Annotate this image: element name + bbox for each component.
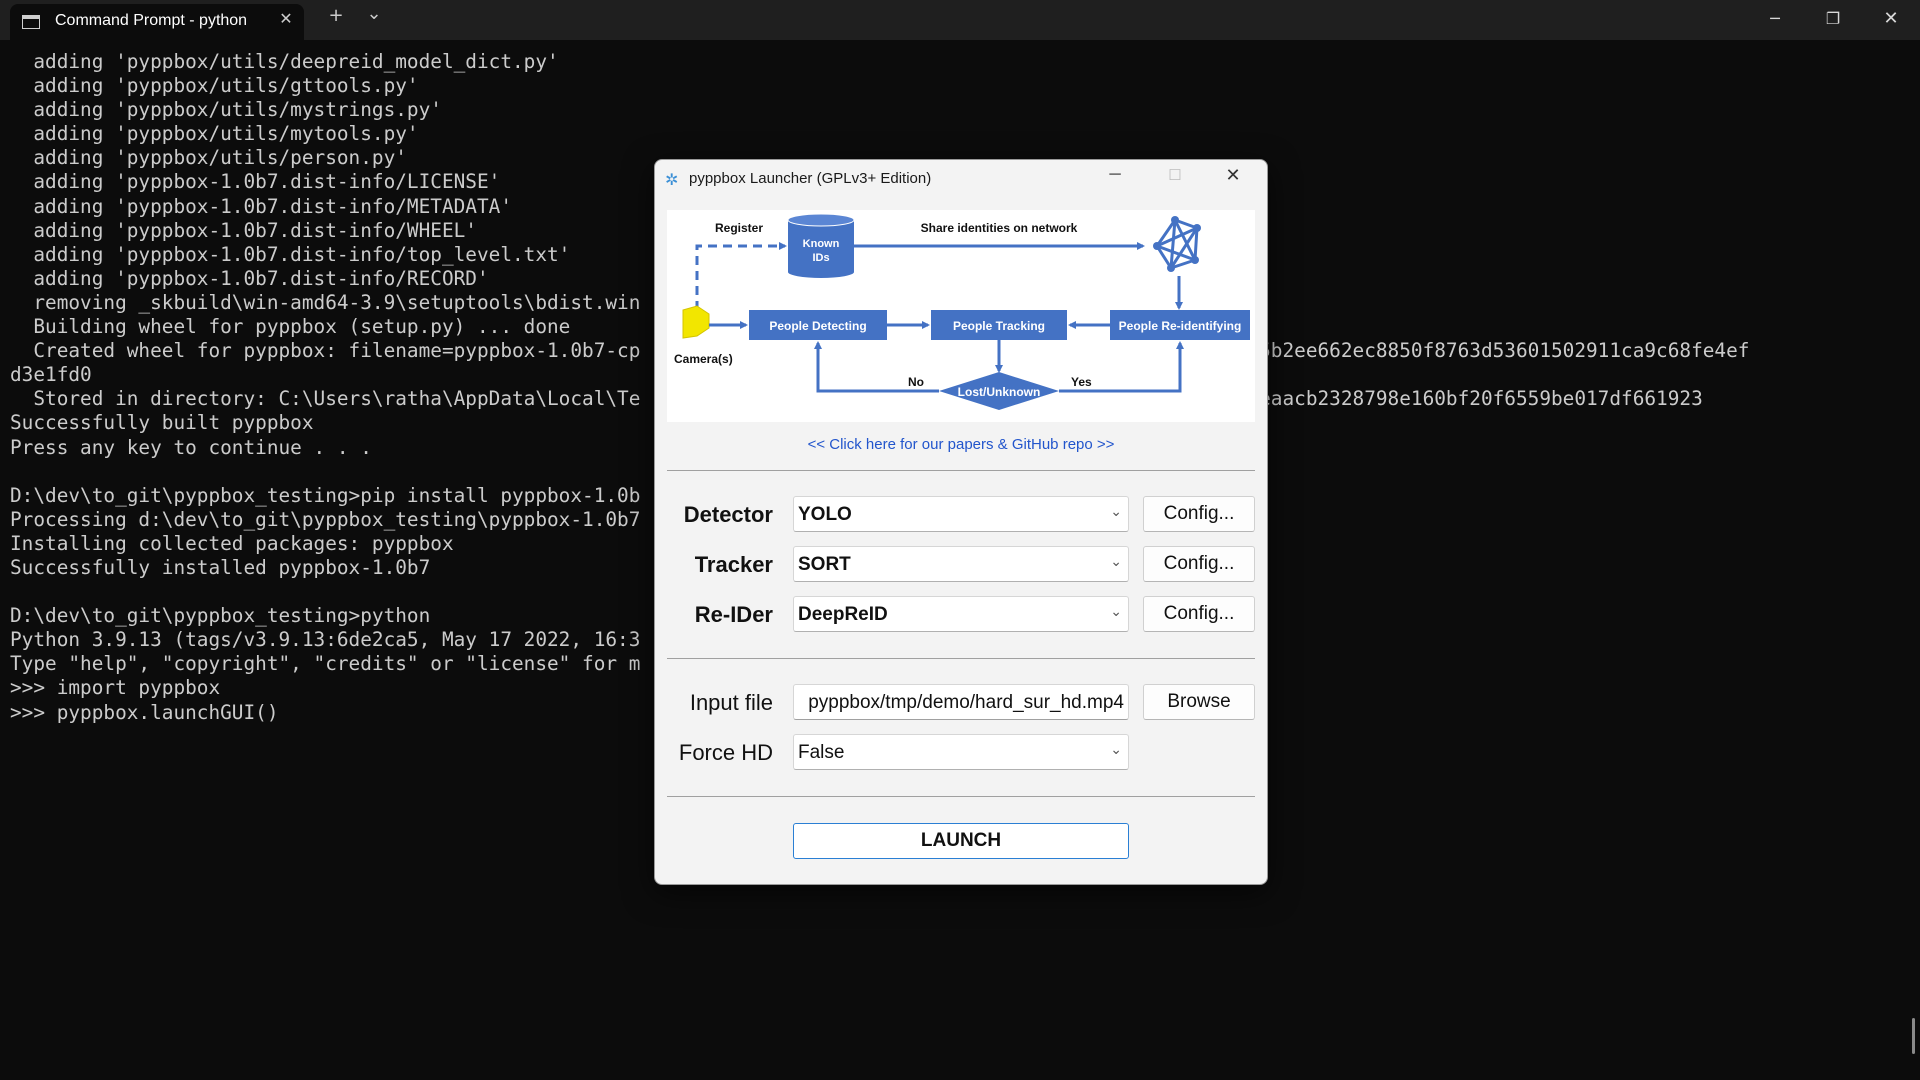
tracking-label: People Tracking [953, 319, 1045, 333]
tab-close-icon[interactable]: ✕ [276, 9, 296, 28]
no-label: No [908, 375, 924, 389]
register-arrow [695, 242, 787, 310]
input-file-label: Input file [689, 690, 773, 715]
separator-2 [667, 658, 1255, 659]
dialog-maximize-button: ☐ [1168, 167, 1182, 184]
new-tab-button[interactable]: + [321, 5, 351, 26]
reider-select[interactable]: DeepReID ⌄ [793, 596, 1129, 632]
tracker-value: SORT [798, 554, 851, 575]
console-line: adding 'pyppbox/utils/gttools.py' [10, 74, 419, 98]
pipeline-diagram: Known IDs People Detecting People Tracki… [667, 210, 1255, 422]
console-scrollbar[interactable] [1912, 1018, 1915, 1054]
separator-3 [667, 796, 1255, 797]
dialog-title: pyppbox Launcher (GPLv3+ Edition) [689, 170, 932, 187]
console-line: adding 'pyppbox/utils/deepreid_model_dic… [10, 50, 559, 73]
title-bar: Command Prompt - python ✕ + ⌄ ─ ❐ ✕ [0, 0, 1920, 40]
tab-dropdown-button[interactable]: ⌄ [359, 3, 389, 24]
tab-title: Command Prompt - python [55, 12, 248, 29]
console-line: adding 'pyppbox/utils/mystrings.py' [10, 98, 442, 122]
camera-icon [682, 305, 710, 339]
input-file-field[interactable]: pyppbox/tmp/demo/hard_sur_hd.mp4 [793, 684, 1129, 720]
launcher-dialog: ✲ pyppbox Launcher (GPLv3+ Edition) ─ ☐ … [654, 159, 1268, 885]
papers-github-link[interactable]: << Click here for our papers & GitHub re… [655, 436, 1267, 453]
share-label: Share identities on network [921, 221, 1078, 235]
chevron-down-icon: ⌄ [1110, 553, 1122, 569]
reider-value: DeepReID [798, 604, 888, 625]
reid-label: People Re-identifying [1119, 319, 1242, 333]
camera-label: Camera(s) [674, 352, 733, 366]
dialog-minimize-button[interactable]: ─ [1103, 166, 1127, 184]
detector-value: YOLO [798, 504, 852, 525]
tracker-label: Tracker [694, 552, 773, 577]
lost-label: Lost/Unknown [958, 385, 1041, 399]
tab-command-prompt[interactable]: Command Prompt - python ✕ [10, 4, 304, 40]
separator-1 [667, 470, 1255, 471]
minimize-button[interactable]: ─ [1746, 0, 1804, 40]
known-ids-label-2: IDs [812, 252, 829, 264]
register-label: Register [715, 221, 763, 235]
console-line: adding 'pyppbox/utils/mytools.py' [10, 122, 419, 146]
reider-label: Re-IDer [694, 602, 773, 627]
terminal-icon [22, 15, 40, 29]
browse-button[interactable]: Browse [1143, 684, 1255, 720]
close-window-button[interactable]: ✕ [1862, 0, 1920, 40]
force-hd-label: Force HD [678, 740, 773, 765]
network-icon [1155, 218, 1199, 270]
chevron-down-icon: ⌄ [1110, 503, 1122, 519]
detector-select[interactable]: YOLO ⌄ [793, 496, 1129, 532]
detecting-label: People Detecting [769, 319, 866, 333]
tracker-config-button[interactable]: Config... [1143, 546, 1255, 582]
restore-button[interactable]: ❐ [1804, 0, 1862, 40]
tracker-select[interactable]: SORT ⌄ [793, 546, 1129, 582]
known-ids-label-1: Known [803, 238, 840, 250]
input-file-value: pyppbox/tmp/demo/hard_sur_hd.mp4 [808, 692, 1124, 713]
launch-button[interactable]: LAUNCH [793, 823, 1129, 859]
chevron-down-icon: ⌄ [1110, 741, 1122, 757]
force-hd-select[interactable]: False ⌄ [793, 734, 1129, 770]
reider-config-button[interactable]: Config... [1143, 596, 1255, 632]
pipeline-diagram-svg: Known IDs People Detecting People Tracki… [674, 213, 1250, 410]
yes-label: Yes [1071, 375, 1092, 389]
detector-config-button[interactable]: Config... [1143, 496, 1255, 532]
chevron-down-icon: ⌄ [1110, 603, 1122, 619]
force-hd-value: False [798, 742, 845, 763]
dialog-close-button[interactable]: ✕ [1221, 165, 1245, 186]
detector-label: Detector [683, 502, 773, 527]
gear-icon: ✲ [665, 172, 679, 189]
